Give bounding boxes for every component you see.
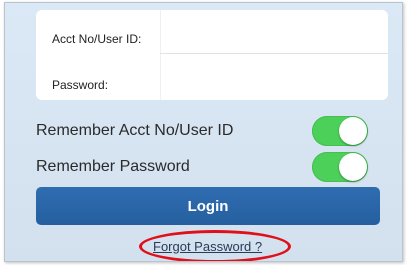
password-label: Password: <box>52 78 109 92</box>
remember-password-toggle[interactable] <box>312 152 368 182</box>
acct-label: Acct No/User ID: <box>52 32 142 46</box>
login-screen: Acct No/User ID: Password: Remember Acct… <box>4 2 403 262</box>
login-button[interactable]: Login <box>36 187 380 225</box>
password-field-row: Password: <box>36 55 388 100</box>
remember-acct-row: Remember Acct No/User ID <box>36 114 376 148</box>
remember-acct-label: Remember Acct No/User ID <box>36 122 234 139</box>
toggle-knob <box>339 117 367 145</box>
acct-input[interactable] <box>160 10 388 54</box>
remember-password-row: Remember Password <box>36 150 376 184</box>
remember-password-label: Remember Password <box>36 158 190 175</box>
acct-field-row: Acct No/User ID: <box>36 10 388 55</box>
credentials-panel: Acct No/User ID: Password: <box>36 10 388 100</box>
password-input[interactable] <box>160 55 388 99</box>
toggle-knob <box>339 153 367 181</box>
highlight-circle <box>139 230 291 261</box>
remember-acct-toggle[interactable] <box>312 116 368 146</box>
